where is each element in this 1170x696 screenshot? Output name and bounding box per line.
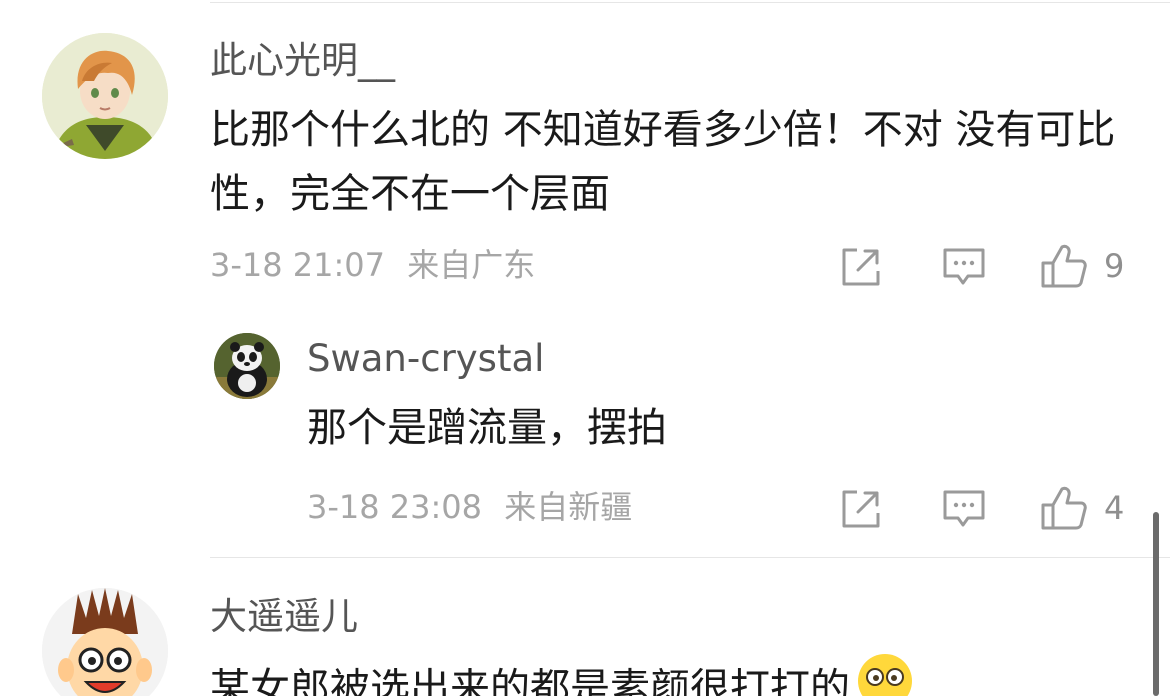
comment-thread: 此心光明__ 比那个什么北的 不知道好看多少倍！不对 没有可比性，完全不在一个层…: [0, 0, 1170, 696]
panda-avatar-icon: [214, 333, 280, 399]
timestamp: 3-18 23:08: [307, 488, 483, 526]
like-count: 4: [1104, 489, 1125, 527]
like-button[interactable]: 9: [1040, 243, 1124, 289]
username[interactable]: 此心光明__: [210, 36, 395, 86]
timestamp: 3-18 21:07: [210, 246, 386, 284]
comment-text: 某女郎被选出来的都是素颜很打打的: [210, 665, 850, 696]
comment-icon: [943, 490, 985, 527]
comment-text-row: 某女郎被选出来的都是素颜很打打的: [210, 652, 1130, 696]
top-divider: [210, 2, 1170, 3]
like-count: 9: [1104, 247, 1125, 285]
username[interactable]: 大遥遥儿: [210, 592, 358, 642]
anime-boy-avatar-icon: [42, 33, 168, 159]
comment-meta: 3-18 23:08 来自新疆: [307, 485, 632, 529]
comment-icon: [943, 248, 985, 285]
share-button[interactable]: [840, 488, 882, 530]
comment-text: 比那个什么北的 不知道好看多少倍！不对 没有可比性，完全不在一个层面: [210, 107, 1116, 217]
comment-divider: [210, 557, 1170, 558]
reply-button[interactable]: [942, 246, 986, 288]
scrollbar[interactable]: [1153, 512, 1159, 696]
like-button[interactable]: 4: [1040, 485, 1124, 531]
avatar[interactable]: [42, 33, 168, 159]
thinking-face-emoji: [856, 652, 914, 696]
location: 来自广东: [407, 246, 536, 284]
thumbs-up-icon: [1041, 244, 1087, 288]
share-icon: [842, 490, 880, 528]
share-icon: [842, 248, 880, 286]
avatar[interactable]: [214, 333, 280, 399]
thumbs-up-icon: [1041, 486, 1087, 530]
share-button[interactable]: [840, 246, 882, 288]
avatar[interactable]: [42, 588, 168, 696]
cartoon-boy-avatar-icon: [42, 588, 168, 696]
reply-button[interactable]: [942, 488, 986, 530]
location: 来自新疆: [504, 488, 633, 526]
comment-text: 那个是蹭流量，摆拍: [307, 405, 667, 451]
comment-meta: 3-18 21:07 来自广东: [210, 243, 535, 287]
username[interactable]: Swan-crystal: [307, 334, 544, 384]
